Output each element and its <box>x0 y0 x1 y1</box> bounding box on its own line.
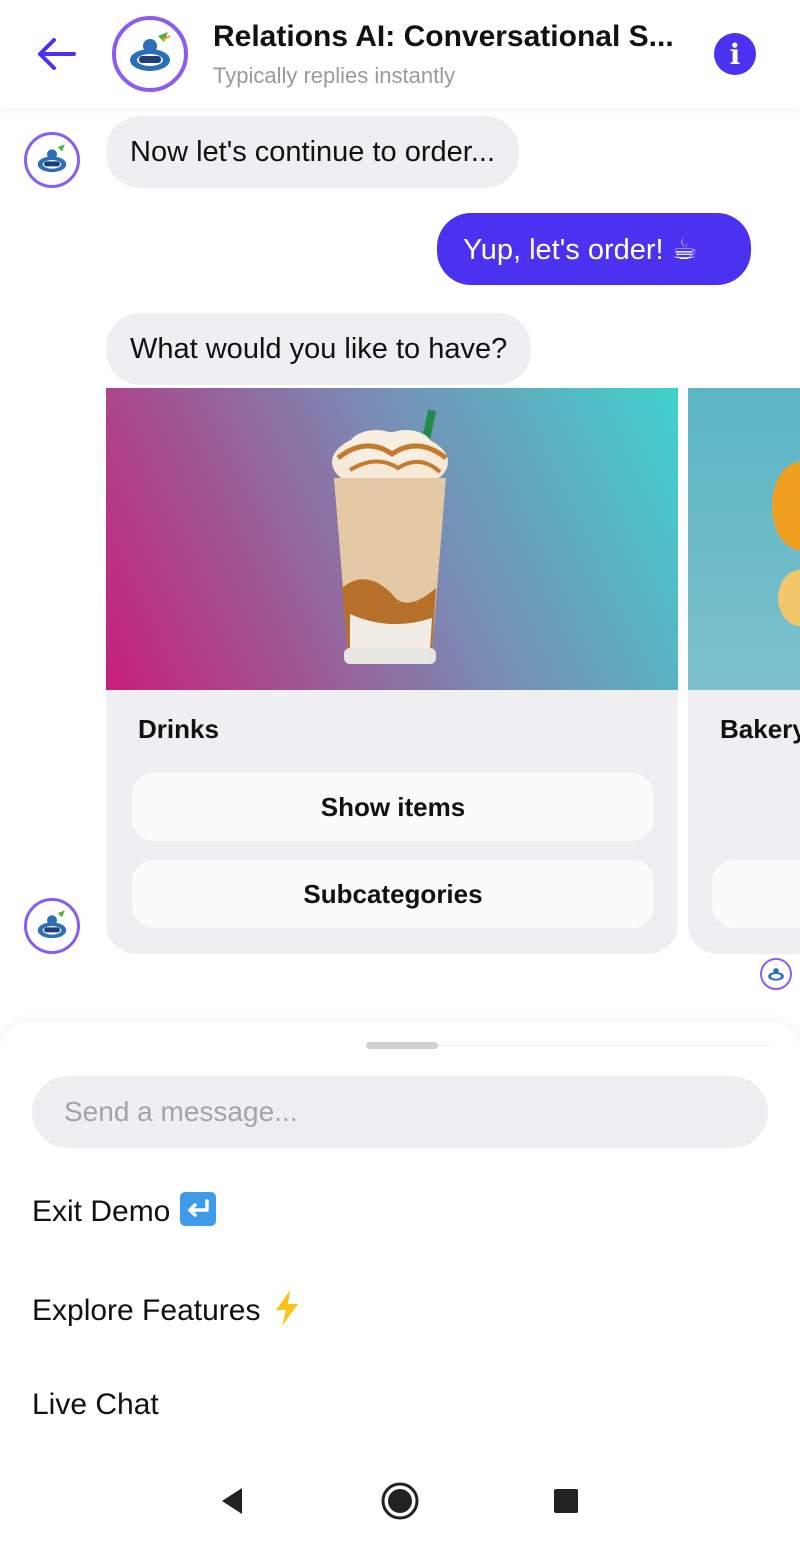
chat-status: Typically replies instantly <box>213 63 456 88</box>
subcategories-button[interactable]: Subcategories <box>132 860 654 928</box>
frappuccino-drink-image <box>332 409 448 664</box>
bot-message: Now let's continue to order... <box>106 116 520 188</box>
robot-logo-icon <box>768 968 784 981</box>
back-button[interactable] <box>30 30 82 78</box>
nav-back-icon <box>222 1488 242 1514</box>
message-input[interactable] <box>32 1076 768 1148</box>
info-button[interactable]: i <box>714 33 756 75</box>
nav-recents-button[interactable] <box>542 1477 590 1525</box>
bakery-image <box>772 462 800 626</box>
nav-home-icon <box>381 1482 419 1520</box>
card-title: Bakery <box>720 714 800 744</box>
card-title: Drinks <box>138 714 219 744</box>
read-receipt-avatar <box>760 958 792 990</box>
message-text: Now let's continue to order... <box>130 135 496 168</box>
chat-title: Relations AI: Conversational S... <box>213 20 674 53</box>
carousel-card-bakery: Bakery <box>688 388 800 954</box>
quick-reply-explore-features[interactable]: Explore Features <box>32 1290 304 1334</box>
bot-message: What would you like to have? <box>106 313 532 385</box>
show-items-button[interactable]: Show items <box>132 773 654 841</box>
lightning-icon <box>270 1290 304 1334</box>
info-icon: i <box>729 37 741 71</box>
card-image <box>688 388 800 690</box>
nav-back-button[interactable] <box>208 1477 256 1525</box>
nav-home-button[interactable] <box>376 1477 424 1525</box>
robot-logo-icon <box>37 910 67 939</box>
robot-logo-icon <box>37 144 67 173</box>
card-button[interactable] <box>712 860 800 928</box>
user-message: Yup, let's order! ☕ <box>437 213 751 285</box>
bot-avatar <box>24 132 80 188</box>
return-arrow-icon <box>180 1192 217 1234</box>
arrow-left-icon <box>38 38 76 70</box>
bot-avatar[interactable] <box>112 16 188 92</box>
card-image <box>106 388 678 690</box>
message-text: Yup, let's order! ☕ <box>463 233 698 266</box>
quick-reply-live-chat[interactable]: Live Chat <box>32 1388 159 1422</box>
quick-reply-exit-demo[interactable]: Exit Demo <box>32 1192 217 1234</box>
carousel-card-drinks: Drinks Show items Subcategories <box>106 388 678 954</box>
robot-logo-icon <box>130 32 171 71</box>
message-text: What would you like to have? <box>130 332 508 365</box>
chat-header: Relations AI: Conversational S... Typica… <box>0 0 800 108</box>
quick-reply-label: Explore Features <box>32 1293 261 1327</box>
sheet-drag-handle[interactable] <box>366 1042 438 1049</box>
bot-avatar <box>24 898 80 954</box>
nav-recents-icon <box>554 1489 578 1513</box>
system-navigation-bar <box>0 1455 800 1547</box>
divider <box>438 1045 770 1046</box>
quick-reply-label: Exit Demo <box>32 1194 171 1228</box>
quick-reply-label: Live Chat <box>32 1388 159 1421</box>
